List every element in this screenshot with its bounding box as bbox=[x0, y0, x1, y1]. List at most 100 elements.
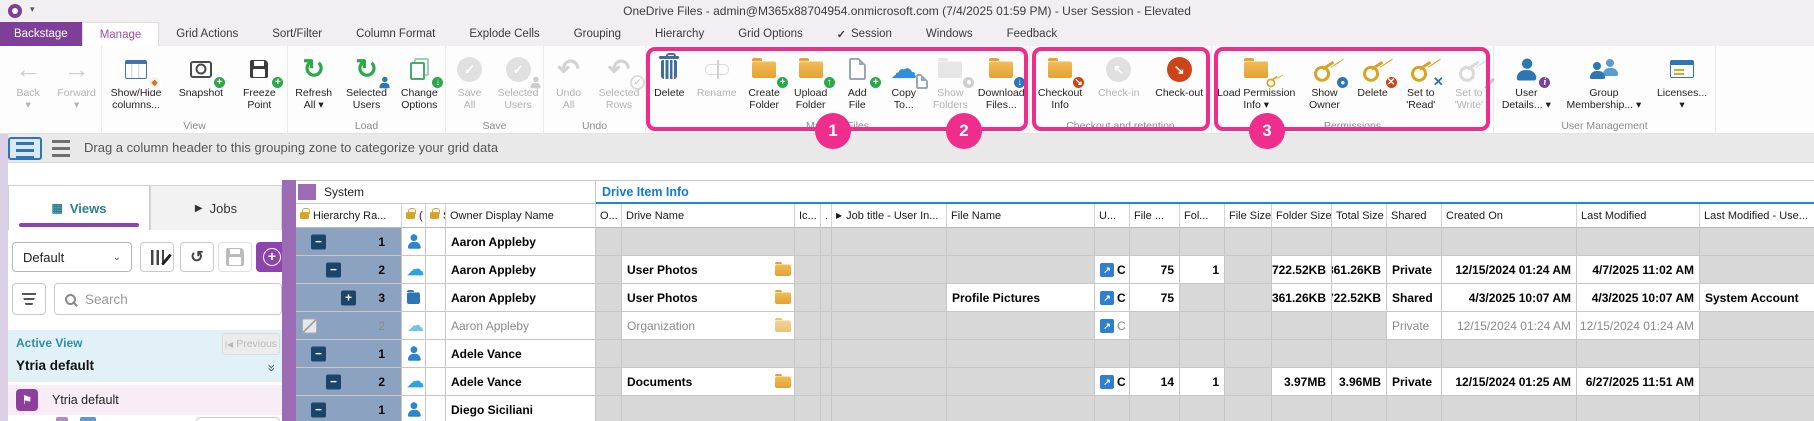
ribbon-button-upload-folder[interactable]: ↑UploadFolder bbox=[789, 49, 833, 111]
column-header-dot[interactable]: . bbox=[821, 204, 832, 228]
add-icon: + bbox=[263, 248, 281, 266]
ribbon-button-selected-users[interactable]: ↻SelectedUsers bbox=[343, 49, 390, 111]
table-row-3[interactable]: +3Aaron ApplebyUser PhotosProfile Pictur… bbox=[296, 284, 1814, 312]
column-header-file_size[interactable]: File Size bbox=[1225, 204, 1272, 228]
column-header-drive[interactable]: Drive Name bbox=[622, 204, 795, 228]
expand-collapse-box[interactable]: − bbox=[326, 374, 341, 389]
menu-tab-backstage[interactable]: Backstage bbox=[0, 22, 82, 46]
column-header-u[interactable]: U... bbox=[1095, 204, 1130, 228]
ribbon-button-selected-users: ✓SelectedUsers bbox=[495, 49, 542, 111]
table-row-1[interactable]: −1Aaron Appleby bbox=[296, 228, 1814, 256]
column-header-s[interactable]: S bbox=[426, 204, 446, 228]
ribbon-button-freeze-point[interactable]: +FreezePoint bbox=[237, 49, 281, 111]
column-header-file_name[interactable]: File Name bbox=[947, 204, 1095, 228]
ribbon-button-copy-to[interactable]: ☁CopyTo... bbox=[882, 49, 926, 111]
table-row-7[interactable]: −1Diego Siciliani bbox=[296, 396, 1814, 421]
cell-modified bbox=[1577, 228, 1700, 256]
expand-collapse-box[interactable]: − bbox=[326, 262, 341, 277]
external-link-icon[interactable]: ↗ bbox=[1100, 291, 1114, 305]
reset-view-button[interactable]: ↺ bbox=[180, 242, 214, 272]
column-header-owner[interactable]: Owner Display Name bbox=[446, 204, 596, 228]
column-header-type[interactable]: ( bbox=[402, 204, 426, 228]
partial-select-box[interactable] bbox=[302, 318, 317, 333]
menu-tab-grid-actions[interactable]: Grid Actions bbox=[159, 22, 255, 46]
column-header-files[interactable]: File ... bbox=[1130, 204, 1180, 228]
view-selector-dropdown[interactable]: Default ⌄ bbox=[12, 242, 132, 272]
menu-tab-grid-options[interactable]: Grid Options bbox=[721, 22, 820, 46]
user-icon bbox=[408, 402, 419, 416]
ribbon-button-delete[interactable]: ✕Delete bbox=[1351, 49, 1395, 99]
column-header-shared[interactable]: Shared bbox=[1387, 204, 1442, 228]
menu-tab-manage[interactable]: Manage bbox=[82, 22, 160, 46]
menu-tab-grouping[interactable]: Grouping bbox=[557, 22, 638, 46]
grid-view-toggle-icon[interactable] bbox=[8, 137, 42, 160]
menu-tab-session[interactable]: ✓Session bbox=[820, 22, 909, 46]
ribbon-button-refresh-all[interactable]: ↻RefreshAll ▾ bbox=[292, 49, 336, 111]
filter-button[interactable] bbox=[12, 283, 46, 315]
cell-created: 12/15/2024 01:24 AM bbox=[1442, 312, 1577, 340]
ribbon-button-check-out[interactable]: ↘Check-out bbox=[1152, 49, 1206, 99]
ribbon-button-checkout-info[interactable]: ↘CheckoutInfo bbox=[1035, 49, 1085, 111]
ribbon-button-create-folder[interactable]: +CreateFolder bbox=[742, 49, 786, 111]
expand-collapse-box[interactable]: + bbox=[341, 290, 356, 305]
cell-type bbox=[402, 228, 426, 256]
ribbon-button-set-to-read[interactable]: ✕Set to'Read' bbox=[1399, 49, 1443, 111]
column-header-total_size[interactable]: Total Size bbox=[1332, 204, 1387, 228]
external-link-icon[interactable]: ↗ bbox=[1100, 375, 1114, 389]
column-header-jobtitle[interactable]: ▶Job title - User In... bbox=[832, 204, 947, 228]
menu-tab-feedback[interactable]: Feedback bbox=[990, 22, 1075, 46]
column-header-modified[interactable]: Last Modified bbox=[1577, 204, 1700, 228]
ribbon-button-download-files[interactable]: ↓DownloadFiles... bbox=[975, 49, 1028, 111]
cell-u: ↗C bbox=[1095, 368, 1130, 396]
cell-jobtitle bbox=[832, 340, 947, 368]
filter-icon bbox=[22, 293, 37, 306]
expand-collapse-box[interactable]: − bbox=[311, 234, 326, 249]
edit-views-button[interactable] bbox=[140, 242, 174, 272]
list-view-toggle-icon[interactable] bbox=[48, 137, 78, 160]
cloud-drive-icon: ☁ bbox=[407, 373, 424, 390]
cell-created bbox=[1442, 228, 1577, 256]
expand-collapse-box[interactable]: − bbox=[311, 402, 326, 417]
search-input[interactable] bbox=[85, 292, 271, 307]
menu-tab-sort-filter[interactable]: Sort/Filter bbox=[255, 22, 339, 46]
sidebar-tab-views[interactable]: ▦ Views bbox=[8, 185, 150, 230]
previous-icon: |◀ bbox=[225, 340, 233, 349]
column-header-created[interactable]: Created On bbox=[1442, 204, 1577, 228]
menu-tab-explode-cells[interactable]: Explode Cells bbox=[452, 22, 556, 46]
external-link-icon[interactable]: ↗ bbox=[1100, 319, 1114, 333]
views-grid-icon: ▦ bbox=[52, 201, 63, 215]
table-row-5[interactable]: −1Adele Vance bbox=[296, 340, 1814, 368]
ribbon-button-snapshot[interactable]: +Snapshot bbox=[176, 49, 226, 99]
cell-s bbox=[426, 368, 446, 396]
menu-tab-hierarchy[interactable]: Hierarchy bbox=[638, 22, 721, 46]
menu-tab-windows[interactable]: Windows bbox=[909, 22, 990, 46]
table-row-4[interactable]: 2☁Aaron ApplebyOrganization↗CPrivate12/1… bbox=[296, 312, 1814, 340]
column-header-hierarchy[interactable]: Hierarchy Ra... bbox=[296, 204, 402, 228]
window-edge-strip bbox=[0, 134, 8, 421]
column-header-folder_size[interactable]: Folder Size bbox=[1272, 204, 1332, 228]
chevron-double-icon[interactable]: « bbox=[262, 364, 278, 372]
ribbon-button-group-membership[interactable]: GroupMembership... ▾ bbox=[1564, 49, 1645, 111]
ribbon-button-load-permission-info[interactable]: Load PermissionInfo ▾ bbox=[1214, 49, 1298, 111]
ribbon-button-user-details[interactable]: iUserDetails... ▾ bbox=[1499, 49, 1554, 111]
column-header-o[interactable]: O... bbox=[596, 204, 622, 228]
column-header-folders[interactable]: Fol... bbox=[1180, 204, 1225, 228]
sidebar-tab-jobs[interactable]: ▶ Jobs bbox=[150, 185, 282, 230]
table-row-2[interactable]: −2☁Aaron ApplebyUser Photos↗C751722.52KB… bbox=[296, 256, 1814, 284]
ribbon-button-show-hide-columns[interactable]: ◆Show/Hidecolumns... bbox=[108, 49, 165, 111]
cell-shared bbox=[1387, 396, 1442, 421]
expand-collapse-box[interactable]: − bbox=[311, 346, 326, 361]
ribbon-button-change-options[interactable]: ↓ChangeOptions bbox=[397, 49, 441, 111]
menu-tab-column-format[interactable]: Column Format bbox=[339, 22, 452, 46]
column-header-modified_by[interactable]: Last Modified - Use... bbox=[1700, 204, 1814, 228]
table-row-6[interactable]: −2☁Adele VanceDocuments↗C1413.97MB3.96MB… bbox=[296, 368, 1814, 396]
ribbon-button-licenses[interactable]: Licenses...▾ bbox=[1654, 49, 1710, 111]
column-header-ic[interactable]: Ic... bbox=[795, 204, 821, 228]
ribbon-button-add-file[interactable]: +AddFile bbox=[835, 49, 879, 111]
cell-jobtitle bbox=[832, 368, 947, 396]
ribbon-button-delete[interactable]: Delete bbox=[647, 49, 691, 99]
ribbon-button-show-owner[interactable]: ●ShowOwner bbox=[1302, 49, 1346, 111]
view-list-item[interactable]: ⚑ Ytria default bbox=[8, 385, 282, 415]
grid-row-gutter bbox=[282, 180, 296, 421]
external-link-icon[interactable]: ↗ bbox=[1100, 263, 1114, 277]
